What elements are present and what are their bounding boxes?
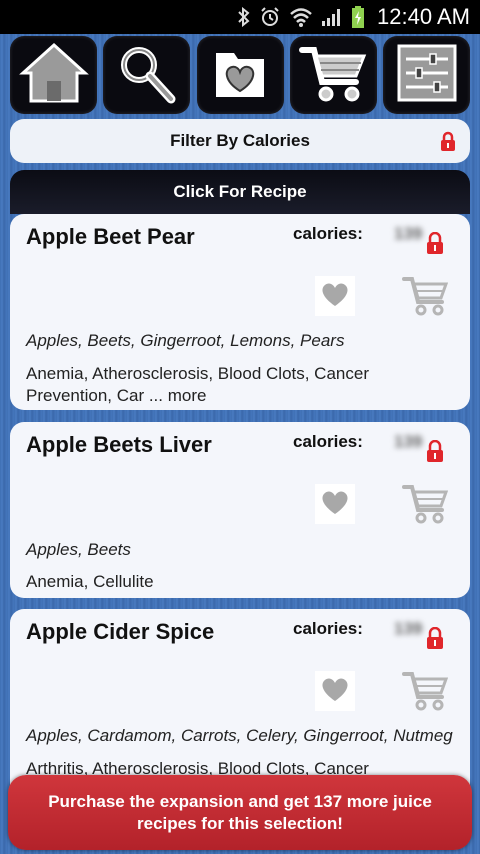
settings-button[interactable] <box>383 36 470 114</box>
purchase-expansion-button[interactable]: Purchase the expansion and get 137 more … <box>8 775 472 850</box>
filter-label: Filter By Calories <box>170 131 310 150</box>
recipe-card[interactable]: Apple Beets Liver calories: 139 Apples, … <box>10 422 470 598</box>
add-to-cart-button[interactable] <box>402 669 449 716</box>
calories-value-blurred: 139 <box>394 432 423 451</box>
calories-value-blurred: 139 <box>394 224 423 243</box>
recipe-title: Apple Cider Spice <box>26 619 215 644</box>
calories-label: calories: <box>293 432 363 451</box>
recipe-benefits: Anemia, Atherosclerosis, Blood Clots, Ca… <box>26 364 369 405</box>
status-time: 12:40 AM <box>377 4 470 29</box>
add-to-favorites-button[interactable] <box>315 276 355 316</box>
recipe-card[interactable]: Apple Beet Pear calories: 139 Apples, Be… <box>10 214 470 410</box>
cart-button[interactable] <box>289 36 377 114</box>
lock-icon <box>440 131 456 156</box>
heart-icon <box>320 489 350 520</box>
cart-icon <box>298 42 368 109</box>
favorites-folder-icon <box>210 43 270 108</box>
cart-icon <box>402 277 449 316</box>
add-to-favorites-button[interactable] <box>315 671 355 711</box>
wifi-icon <box>289 6 313 28</box>
click-for-recipe-header: Click For Recipe <box>10 170 470 214</box>
bluetooth-icon <box>237 6 251 28</box>
lock-icon <box>426 439 444 467</box>
home-button[interactable] <box>10 36 97 114</box>
lock-icon <box>426 626 444 654</box>
cart-icon <box>402 485 449 524</box>
lock-icon <box>426 231 444 259</box>
battery-icon <box>351 6 365 28</box>
add-to-cart-button[interactable] <box>402 482 449 529</box>
calories-value-blurred: 139 <box>394 619 423 638</box>
calories-label: calories: <box>293 619 363 638</box>
main-toolbar <box>10 36 470 114</box>
recipe-title: Apple Beet Pear <box>26 224 195 249</box>
recipe-ingredients: Apples, Beets, Gingerroot, Lemons, Pears <box>26 331 345 350</box>
recipe-ingredients: Apples, Cardamom, Carrots, Celery, Ginge… <box>26 726 453 745</box>
filter-by-calories-button[interactable]: Filter By Calories <box>10 119 470 163</box>
recipe-title: Apple Beets Liver <box>26 432 212 457</box>
heart-icon <box>320 676 350 707</box>
recipe-header-label: Click For Recipe <box>173 182 307 201</box>
favorites-button[interactable] <box>196 36 284 114</box>
heart-icon <box>320 281 350 312</box>
recipe-benefits: Anemia, Cellulite <box>26 572 154 591</box>
recipe-ingredients: Apples, Beets <box>26 540 131 559</box>
search-button[interactable] <box>103 36 191 114</box>
settings-sliders-icon <box>396 43 458 108</box>
add-to-cart-button[interactable] <box>402 274 449 321</box>
home-icon <box>18 41 89 110</box>
alarm-icon <box>259 6 281 28</box>
signal-icon <box>321 6 343 28</box>
purchase-text: Purchase the expansion and get 137 more … <box>48 791 432 833</box>
add-to-favorites-button[interactable] <box>315 484 355 524</box>
status-bar: 12:40 AM <box>0 0 480 34</box>
cart-icon <box>402 672 449 711</box>
search-icon <box>115 41 179 110</box>
calories-label: calories: <box>293 224 363 243</box>
